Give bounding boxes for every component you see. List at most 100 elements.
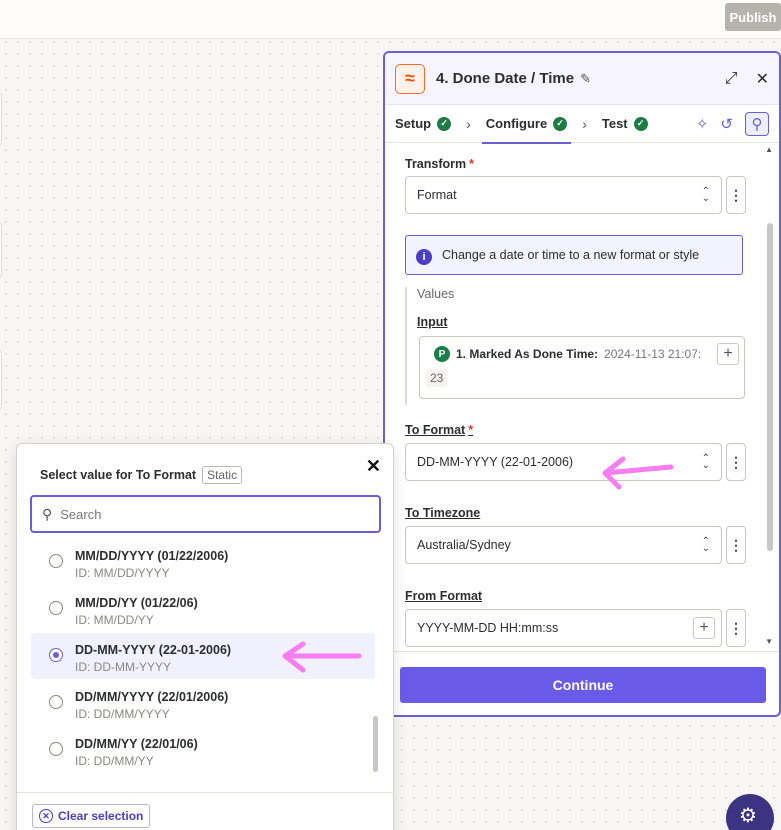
canvas-node-stub[interactable] [0,92,2,146]
static-tag: Static [202,466,243,484]
close-icon[interactable]: ✕ [756,69,769,89]
chevron-right-icon: › [582,115,587,132]
option-item[interactable]: DD/MM/YY (22/01/06) ID: DD/MM/YY [31,727,375,773]
from-format-value: YYYY-MM-DD HH:mm:ss [417,621,559,635]
edit-pencil-icon[interactable]: ✎ [580,71,591,87]
expand-icon[interactable]: ⤢ [725,70,738,88]
divider [385,651,779,652]
radio-button[interactable] [49,695,63,709]
radio-button[interactable] [49,554,63,568]
step-title[interactable]: 4. Done Date / Time [436,70,574,87]
scroll-up-arrow-icon[interactable]: ▲ [765,145,773,154]
from-format-more-button[interactable]: ⋮ [726,609,746,647]
insert-data-button[interactable]: + [717,343,739,365]
pill-label: 1. Marked As Done Time: [456,347,599,361]
divider [17,792,393,793]
option-id: ID: DD/MM/YYYY [75,707,170,721]
undo-icon[interactable]: ↺ [720,115,733,133]
mapped-field-pill[interactable]: P 1. Marked As Done Time: 2024-11-13 21:… [434,346,701,362]
tab-setup[interactable]: Setup ✓ [395,105,452,143]
option-item[interactable]: MM/DD/YY (01/22/06) ID: MM/DD/YY [31,586,375,632]
pipedrive-icon: P [434,346,450,362]
to-timezone-select[interactable]: Australia/Sydney ⌃ ⌄ [405,526,722,564]
transform-select[interactable]: Format ⌃ ⌄ [405,176,722,214]
search-field[interactable]: ⚲ [30,495,381,533]
option-id: ID: MM/DD/YYYY [75,566,170,580]
panel-scrollbar[interactable] [767,223,773,551]
insert-data-button[interactable]: + [693,617,715,639]
publish-button[interactable]: Publish [725,3,781,31]
step-tabs: Setup ✓ › Configure ✓ › Test ✓ ✧ ↺ ⚲ [385,105,779,144]
option-id: ID: DD-MM-YYYY [75,660,171,674]
close-icon[interactable]: ✕ [366,456,381,477]
tab-label: Test [601,116,628,131]
continue-button[interactable]: Continue [400,667,766,703]
search-icon[interactable]: ⚲ [745,111,769,136]
radio-button[interactable] [49,648,63,662]
help-icon: ⚙ [739,805,757,827]
option-id: ID: MM/DD/YY [75,613,154,627]
clear-selection-button[interactable]: ✕ Clear selection [32,804,151,828]
info-text: Change a date or time to a new format or… [442,248,700,262]
top-bar: Publish [0,0,781,39]
option-label: DD-MM-YYYY (22-01-2006) [75,643,232,657]
values-title: Values [417,287,455,301]
to-format-more-button[interactable]: ⋮ [726,443,746,481]
to-timezone-label: To Timezone [405,506,481,520]
up-down-chevron-icon: ⌃ ⌄ [701,186,710,204]
canvas-node-stub[interactable] [0,222,2,278]
search-input[interactable] [60,506,341,522]
step-panel: ≈ 4. Done Date / Time ✎ ⤢ ✕ Setup ✓ › Co… [383,51,781,717]
tab-configure[interactable]: Configure ✓ [481,105,572,144]
panel-header: ≈ 4. Done Date / Time ✎ ⤢ ✕ [385,53,779,105]
option-label: MM/DD/YY (01/22/06) [75,596,198,610]
scroll-down-arrow-icon[interactable]: ▼ [765,637,773,646]
option-list: MM/DD/YYYY (01/22/2006) ID: MM/DD/YYYY M… [31,537,381,777]
pill-value-continued: 23 [426,369,448,387]
pill-value: 2024-11-13 21:07: [604,347,702,361]
info-box: i Change a date or time to a new format … [405,235,743,275]
radio-button[interactable] [49,742,63,756]
transform-value: Format [417,188,457,202]
option-label: MM/DD/YYYY (01/22/2006) [75,549,229,563]
option-item[interactable]: DD/MM/YYYY (22/01/2006) ID: DD/MM/YYYY [31,680,375,726]
option-item[interactable]: MM/DD/YYYY (01/22/2006) ID: MM/DD/YYYY [31,539,375,585]
tab-label: Setup [395,116,432,131]
help-button[interactable]: ⚙ [726,794,774,830]
check-circle-icon: ✓ [437,116,452,131]
transform-label: Transform * [405,157,475,171]
to-timezone-more-button[interactable]: ⋮ [726,526,746,564]
to-format-label: To Format * [405,423,474,437]
option-label: DD/MM/YY (22/01/06) [75,737,198,751]
from-format-input[interactable]: YYYY-MM-DD HH:mm:ss + [405,609,722,647]
popover-title: Select value for To Format Static [40,466,243,484]
annotation-arrow-icon [602,456,674,490]
to-timezone-value: Australia/Sydney [417,538,511,552]
input-label: Input [417,315,448,329]
up-down-chevron-icon: ⌃ ⌄ [701,536,710,554]
formatter-app-icon: ≈ [395,63,425,94]
check-circle-icon: ✓ [553,116,568,131]
option-label: DD/MM/YYYY (22/01/2006) [75,690,229,704]
chevron-right-icon: › [466,115,471,132]
up-down-chevron-icon: ⌃ ⌄ [701,453,710,471]
info-icon: i [416,249,432,265]
ai-sparkle-icon[interactable]: ✧ [696,115,709,133]
radio-button[interactable] [49,601,63,615]
canvas-node-stub[interactable] [0,350,2,410]
from-format-label: From Format [405,589,483,603]
tab-label: Configure [485,116,548,131]
panel-body: Transform * Format ⌃ ⌄ ⋮ i Change a date o… [385,143,779,651]
values-group: Values Input P 1. Marked As Done Time: 2… [405,287,745,405]
input-field[interactable]: P 1. Marked As Done Time: 2024-11-13 21:… [419,336,745,399]
to-format-popover: Select value for To Format Static ✕ ⚲ MM… [16,443,394,830]
clear-circle-icon: ✕ [39,809,53,823]
tab-test[interactable]: Test ✓ [602,105,648,143]
transform-more-button[interactable]: ⋮ [726,176,746,214]
to-format-value: DD-MM-YYYY (22-01-2006) [417,455,574,469]
popover-scrollbar[interactable] [373,716,378,772]
annotation-arrow-icon [282,641,362,673]
option-id: ID: DD/MM/YY [75,754,154,768]
check-circle-icon: ✓ [633,116,648,131]
search-icon: ⚲ [42,505,53,522]
